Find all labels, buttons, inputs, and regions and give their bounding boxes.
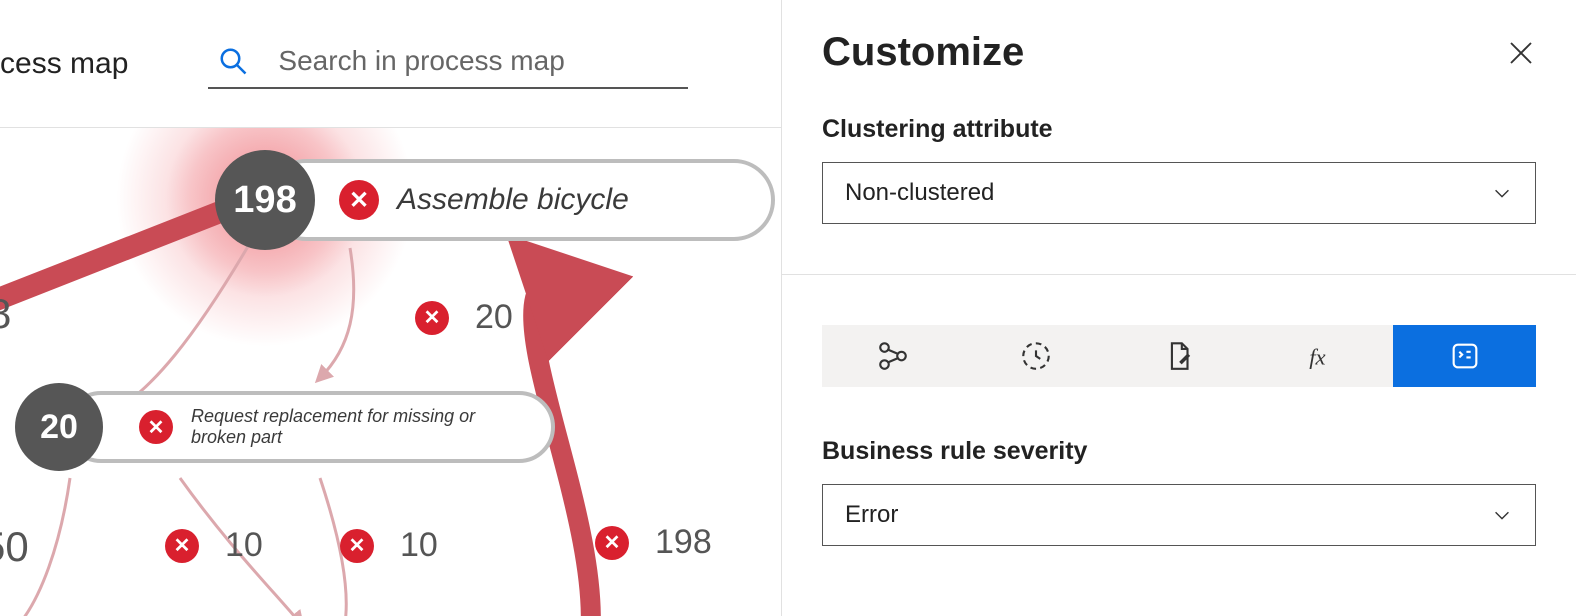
- node-label: Request replacement for missing or broke…: [191, 406, 521, 448]
- edge-label: ✕ 10: [340, 526, 438, 565]
- edge-count: 10: [400, 526, 438, 565]
- chevron-down-icon: [1491, 504, 1513, 526]
- error-icon: ✕: [415, 301, 449, 335]
- clustering-attribute-label: Clustering attribute: [822, 115, 1536, 144]
- edge-count: 10: [225, 526, 263, 565]
- process-map-pane: t process map: [0, 0, 782, 616]
- panel-divider: [782, 274, 1576, 275]
- edge-count-partial: 50: [0, 523, 29, 571]
- rules-icon: [1448, 339, 1482, 373]
- business-rule-severity-label: Business rule severity: [822, 437, 1536, 466]
- process-map-canvas[interactable]: 8 50 ✕ Assemble bicycle 198 ✕ Request re…: [0, 128, 781, 616]
- edge-label: ✕ 20: [415, 298, 513, 337]
- close-button[interactable]: [1506, 38, 1536, 68]
- edge-label: ✕ 10: [165, 526, 263, 565]
- edge-count: 20: [475, 298, 513, 337]
- node-pill[interactable]: ✕ Assemble bicycle: [265, 159, 775, 241]
- customize-tabstrip: fx: [822, 325, 1536, 387]
- clustering-attribute-select[interactable]: Non-clustered: [822, 162, 1536, 224]
- node-pill[interactable]: ✕ Request replacement for missing or bro…: [65, 391, 555, 463]
- customize-panel: Customize Clustering attribute Non-clust…: [782, 0, 1576, 616]
- edge-count: 198: [655, 523, 712, 562]
- chevron-down-icon: [1491, 182, 1513, 204]
- error-icon: ✕: [139, 410, 173, 444]
- business-rule-severity-select[interactable]: Error: [822, 484, 1536, 546]
- panel-title: Customize: [822, 30, 1024, 75]
- process-node-assemble[interactable]: ✕ Assemble bicycle 198: [215, 150, 315, 250]
- fx-icon: fx: [1305, 339, 1339, 373]
- error-icon: ✕: [165, 529, 199, 563]
- tab-rules[interactable]: [1393, 325, 1536, 387]
- file-edit-icon: [1162, 339, 1196, 373]
- select-value: Non-clustered: [845, 179, 994, 207]
- graph-icon: [876, 339, 910, 373]
- error-icon: ✕: [595, 526, 629, 560]
- tab-file[interactable]: [1108, 325, 1251, 387]
- node-label: Assemble bicycle: [397, 183, 629, 217]
- search-input[interactable]: [278, 45, 678, 77]
- tab-formula[interactable]: fx: [1250, 325, 1393, 387]
- node-count-badge: 198: [215, 150, 315, 250]
- tab-graph[interactable]: [822, 325, 965, 387]
- clock-icon: [1019, 339, 1053, 373]
- error-icon: ✕: [339, 180, 379, 220]
- tab-duration[interactable]: [965, 325, 1108, 387]
- process-node-request[interactable]: ✕ Request replacement for missing or bro…: [15, 383, 103, 471]
- close-icon: [1506, 38, 1536, 68]
- edge-count-partial: 8: [0, 290, 11, 338]
- error-icon: ✕: [340, 529, 374, 563]
- select-value: Error: [845, 501, 898, 529]
- process-map-title-fragment: t process map: [0, 47, 168, 81]
- svg-text:fx: fx: [1309, 345, 1325, 370]
- edge-label: ✕ 198: [595, 523, 712, 562]
- search-icon: [218, 46, 248, 76]
- node-count-badge: 20: [15, 383, 103, 471]
- search-field-wrap[interactable]: [208, 39, 688, 89]
- process-map-toolbar: t process map: [0, 0, 781, 128]
